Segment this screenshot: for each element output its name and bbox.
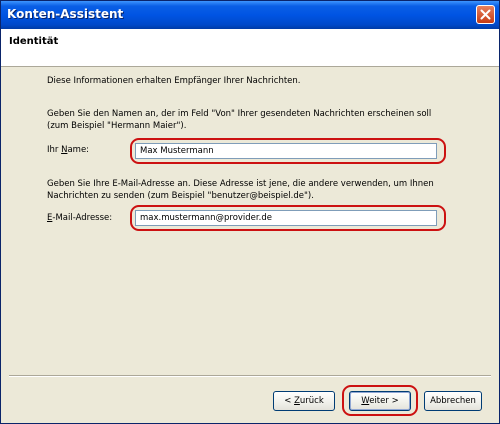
wizard-content: Diese Informationen erhalten Empfänger I… xyxy=(1,67,499,375)
wizard-header: Identität xyxy=(1,29,499,67)
cancel-button[interactable]: Abbrechen xyxy=(424,391,482,411)
footer-separator xyxy=(9,375,491,377)
close-icon xyxy=(480,9,491,20)
account-wizard-window: Konten-Assistent Identität Diese Informa… xyxy=(0,0,500,424)
name-highlight-ring xyxy=(130,138,446,164)
window-title: Konten-Assistent xyxy=(7,7,124,21)
name-help-text-line1: Geben Sie den Namen an, der im Feld "Von… xyxy=(47,109,432,119)
email-help-text-line1: Geben Sie Ihre E-Mail-Adresse an. Diese … xyxy=(47,179,434,189)
name-label: Ihr Name: xyxy=(47,145,90,155)
back-button[interactable]: < Zurück xyxy=(273,391,335,411)
email-help-text-line2: Nachrichten zu senden (zum Beispiel "ben… xyxy=(47,191,314,201)
email-label: E-Mail-Adresse: xyxy=(47,213,113,223)
close-button[interactable] xyxy=(476,5,495,24)
next-highlight-ring xyxy=(342,385,418,416)
page-title: Identität xyxy=(9,36,59,47)
intro-text: Diese Informationen erhalten Empfänger I… xyxy=(47,76,301,86)
email-highlight-ring xyxy=(130,205,446,231)
name-help-text-line2: (zum Beispiel "Hermann Maier"). xyxy=(47,121,187,131)
title-bar[interactable]: Konten-Assistent xyxy=(1,1,499,29)
